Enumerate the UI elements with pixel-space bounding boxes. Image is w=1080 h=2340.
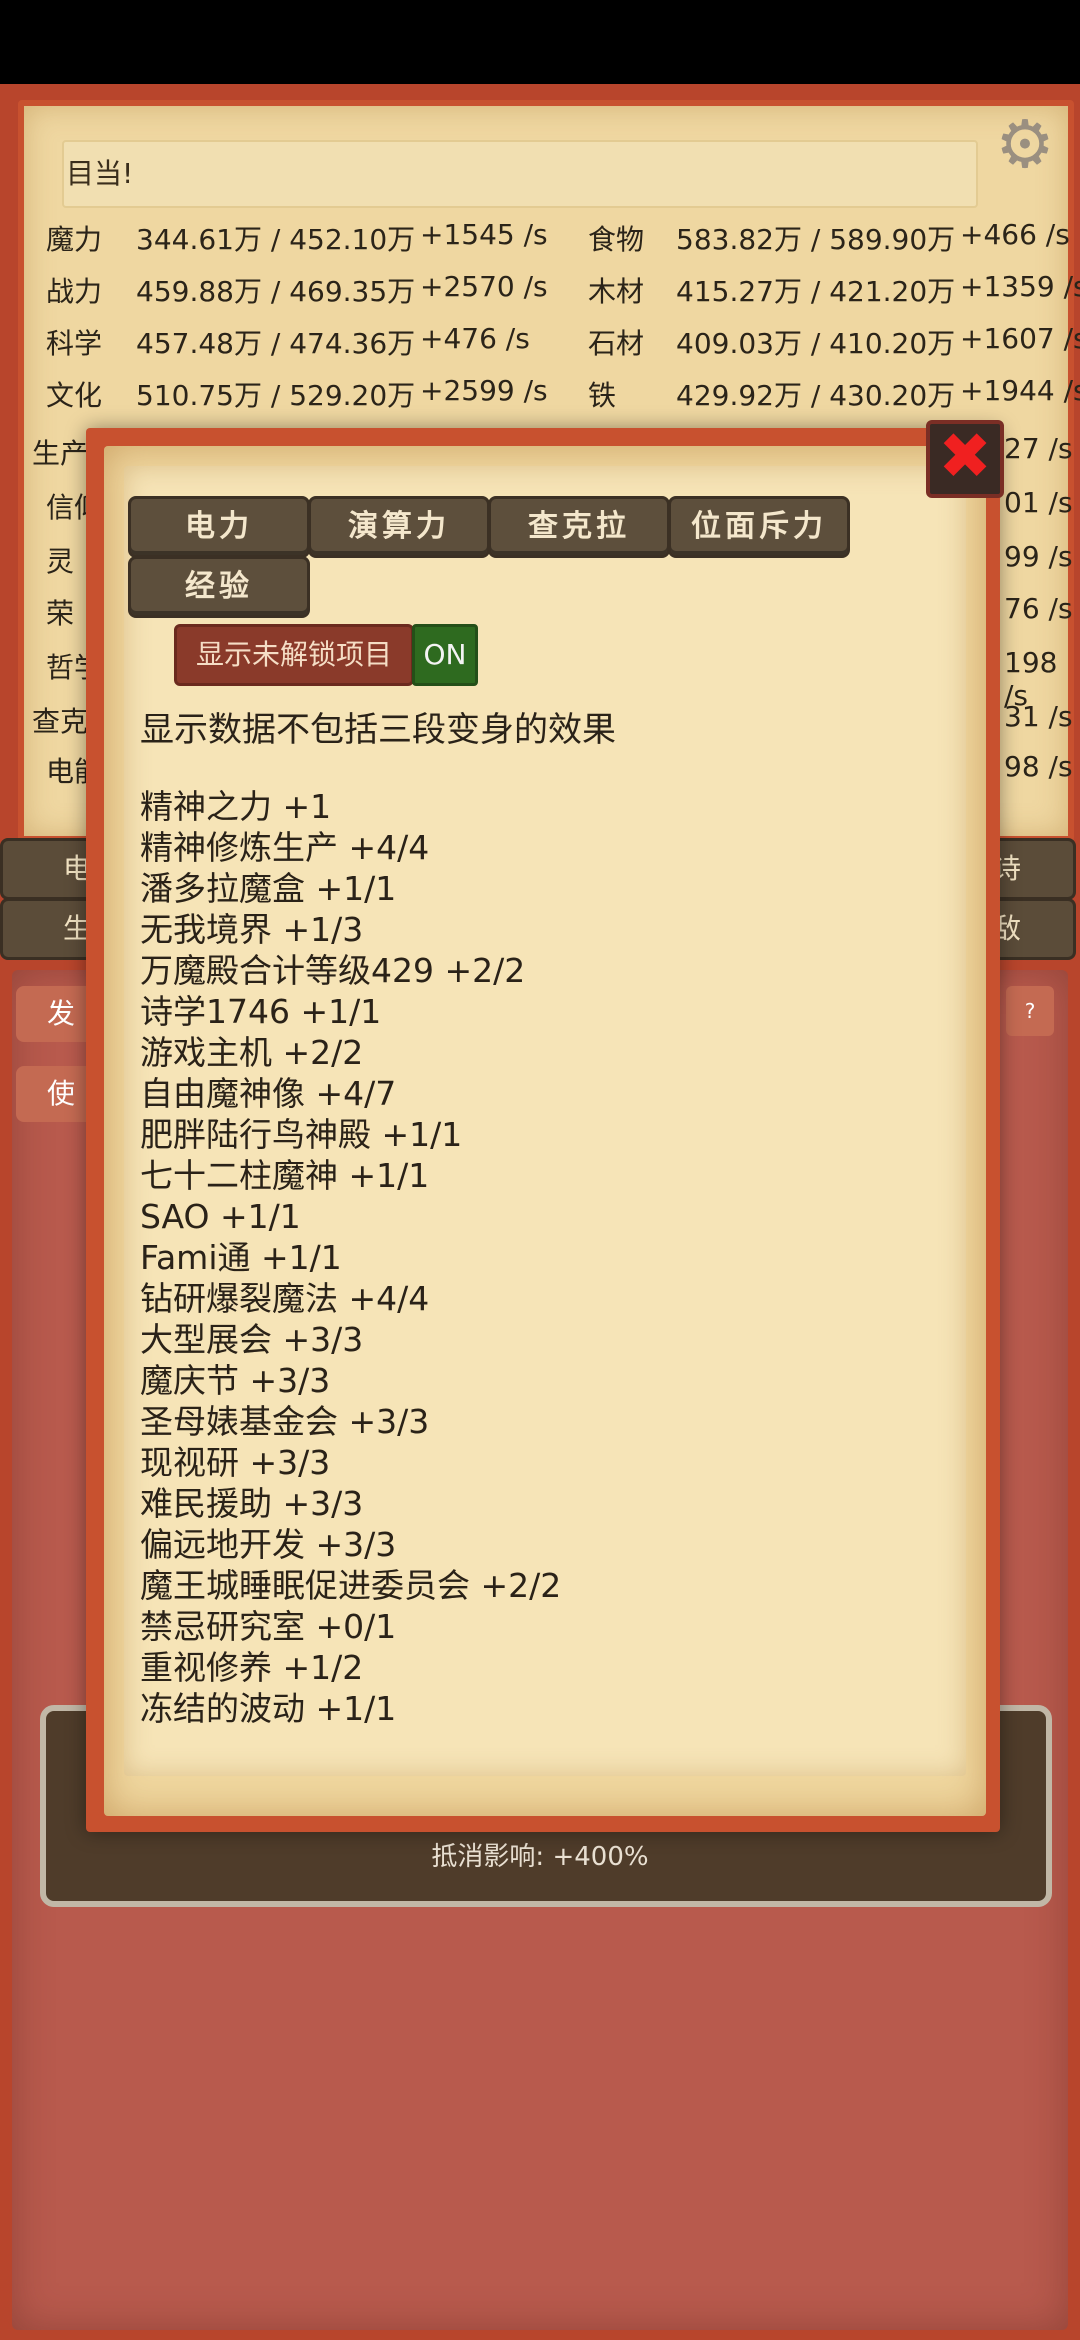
effect-item: Fami通 +1/1: [140, 1238, 342, 1277]
resource-rate: +466 /s: [960, 218, 1070, 251]
close-icon[interactable]: ✖: [926, 420, 1004, 498]
effect-item: 魔王城睡眠促进委员会 +2/2: [140, 1566, 562, 1605]
resource-rate-partial: 31 /s: [1004, 700, 1073, 733]
gear-icon[interactable]: ⚙: [990, 110, 1060, 180]
resource-label: 科学: [46, 327, 103, 360]
resource-label-partial: 生产: [32, 437, 89, 470]
resource-value: 429.92万 / 430.20万: [676, 379, 956, 412]
resource-label-partial: 荣: [46, 597, 75, 630]
offset-text: 抵消影响: +400%: [431, 1842, 649, 1872]
resource-rate: +1359 /s: [960, 270, 1080, 303]
resource-label: 石材: [588, 327, 645, 360]
resource-value: 510.75万 / 529.20万: [136, 379, 416, 412]
resource-label: 文化: [46, 379, 103, 412]
resource-rate-partial: 99 /s: [1004, 540, 1073, 573]
resource-rate-partial: 76 /s: [1004, 592, 1073, 625]
effect-item: 现视研 +3/3: [140, 1443, 331, 1482]
effect-item: 冻结的波动 +1/1: [140, 1689, 397, 1728]
effect-item: 偏远地开发 +3/3: [140, 1525, 397, 1564]
status-bar: [0, 0, 1080, 84]
resource-label-partial: 灵: [46, 545, 75, 578]
resource-value: 459.88万 / 469.35万: [136, 275, 416, 308]
tab-electricity[interactable]: 电力: [128, 496, 310, 558]
tab-plane-repulsion[interactable]: 位面斥力: [668, 496, 850, 558]
tab-computing[interactable]: 演算力: [308, 496, 490, 558]
effect-item: 精神修炼生产 +4/4: [140, 828, 430, 867]
resource-label: 战力: [46, 275, 103, 308]
resource-rate-partial: 01 /s: [1004, 486, 1073, 519]
resource-label: 铁: [588, 379, 617, 412]
effect-item: 禁忌研究室 +0/1: [140, 1607, 397, 1646]
effect-item: 钻研爆裂魔法 +4/4: [140, 1279, 430, 1318]
resource-value: 457.48万 / 474.36万: [136, 327, 416, 360]
help-button[interactable]: ?: [1006, 986, 1054, 1036]
resource-label: 木材: [588, 275, 645, 308]
effect-item: 圣母婊基金会 +3/3: [140, 1402, 430, 1441]
resource-rate: +476 /s: [420, 322, 530, 355]
resource-label: 食物: [588, 223, 645, 256]
effect-item: 七十二柱魔神 +1/1: [140, 1156, 430, 1195]
effect-item: 肥胖陆行鸟神殿 +1/1: [140, 1115, 463, 1154]
resource-label-partial: 查克: [32, 705, 89, 738]
resource-rate-partial: 98 /s: [1004, 750, 1073, 783]
notice-text: 显示数据不包括三段变身的效果: [140, 710, 616, 750]
resource-label: 魔力: [46, 223, 103, 256]
effect-item: 重视修养 +1/2: [140, 1648, 364, 1687]
effect-item: 无我境界 +1/3: [140, 910, 364, 949]
effect-item: SAO +1/1: [140, 1197, 301, 1236]
effect-item: 魔庆节 +3/3: [140, 1361, 331, 1400]
message-bar: 目当!: [62, 140, 978, 208]
resource-value: 583.82万 / 589.90万: [676, 223, 956, 256]
resource-rate-partial: 27 /s: [1004, 432, 1073, 465]
effect-item: 万魔殿合计等级429 +2/2: [140, 951, 526, 990]
resource-rate: +2599 /s: [420, 374, 548, 407]
effects-list: 精神之力 +1 精神修炼生产 +4/4 潘多拉魔盒 +1/1 无我境界 +1/3 万魔殿…: [140, 786, 940, 1729]
effect-item: 大型展会 +3/3: [140, 1320, 364, 1359]
resource-rate: +1944 /s: [960, 374, 1080, 407]
resource-rate: +2570 /s: [420, 270, 548, 303]
effect-item: 游戏主机 +2/2: [140, 1033, 364, 1072]
effect-item: 诗学1746 +1/1: [140, 992, 382, 1031]
show-locked-label[interactable]: 显示未解锁项目: [174, 624, 414, 686]
resource-value: 415.27万 / 421.20万: [676, 275, 956, 308]
effect-item: 难民援助 +3/3: [140, 1484, 364, 1523]
resource-value: 344.61万 / 452.10万: [136, 223, 416, 256]
tab-experience[interactable]: 经验: [128, 556, 310, 618]
resource-rate: +1545 /s: [420, 218, 548, 251]
effect-item: 精神之力 +1: [140, 787, 332, 826]
effect-item: 潘多拉魔盒 +1/1: [140, 869, 397, 908]
show-locked-toggle[interactable]: ON: [412, 624, 478, 686]
resource-rate: +1607 /s: [960, 322, 1080, 355]
resource-value: 409.03万 / 410.20万: [676, 327, 956, 360]
tab-chakra[interactable]: 查克拉: [488, 496, 670, 558]
effect-item: 自由魔神像 +4/7: [140, 1074, 397, 1113]
